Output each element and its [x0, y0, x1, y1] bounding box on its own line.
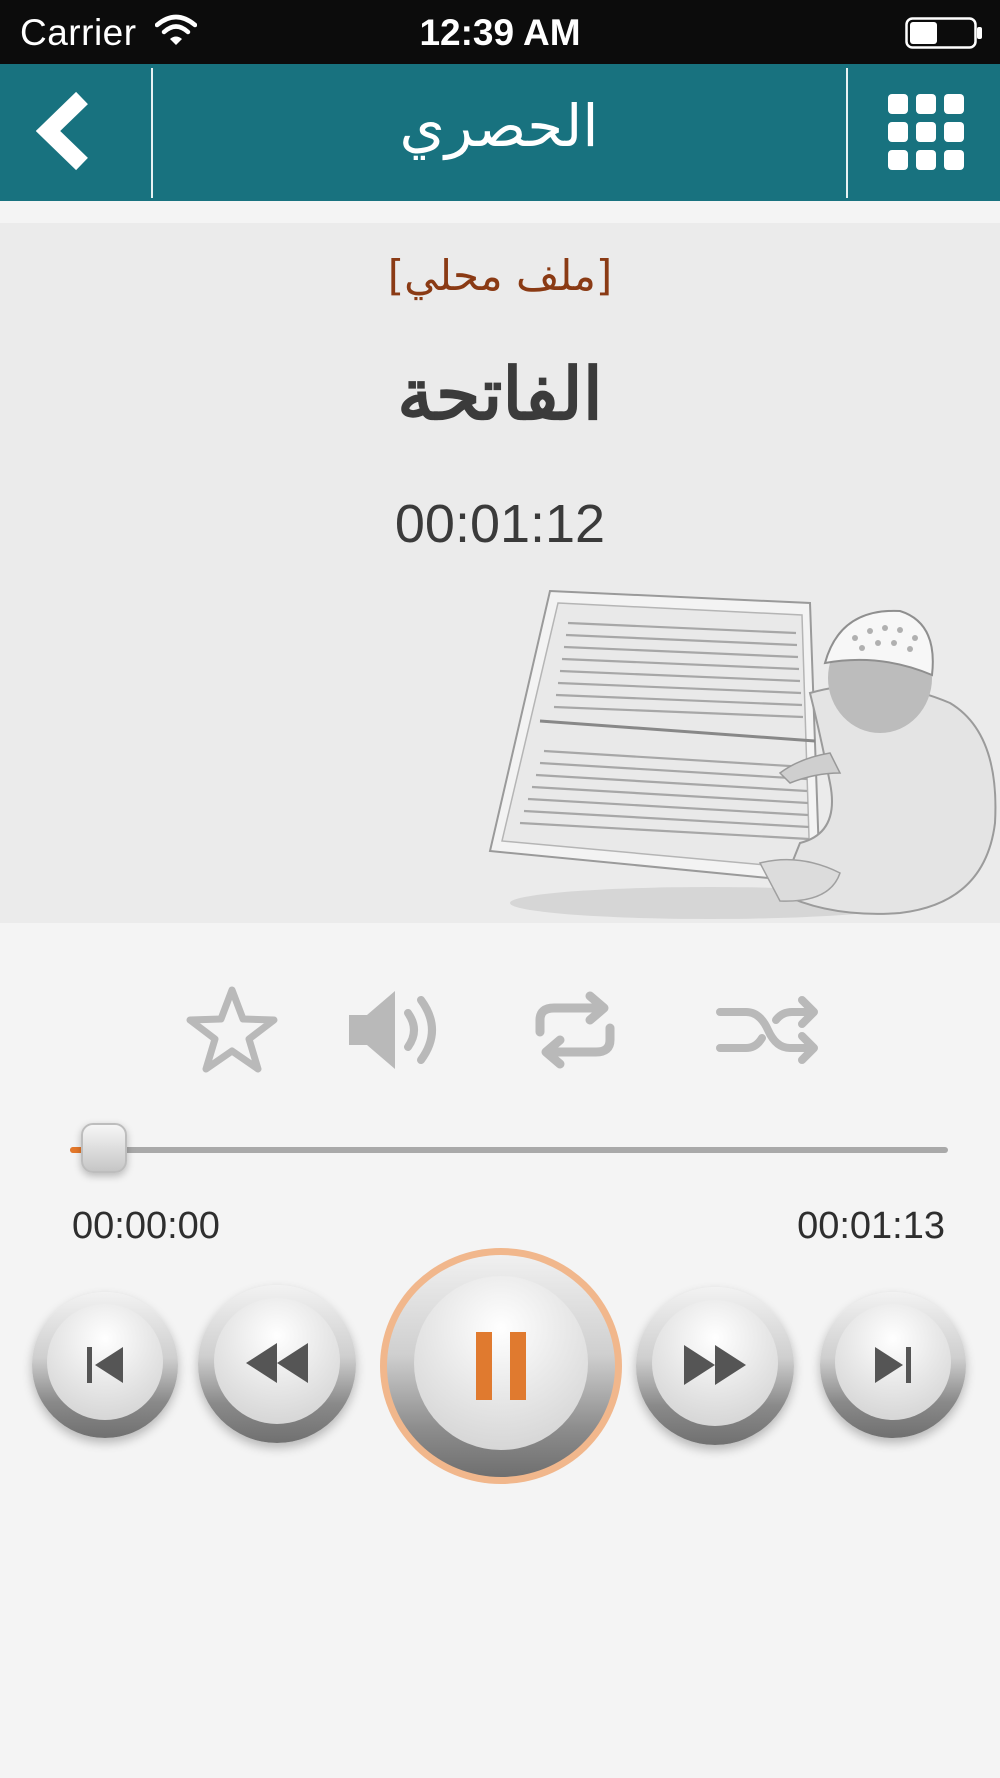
- status-clock: 12:39 AM: [419, 12, 581, 53]
- rewind-button[interactable]: [198, 1285, 356, 1443]
- shuffle-button[interactable]: [716, 990, 821, 1070]
- skip-forward-icon: [875, 1347, 911, 1383]
- fast-forward-button[interactable]: [636, 1287, 794, 1445]
- play-pause-button[interactable]: [380, 1248, 622, 1484]
- surah-name: الفاتحة: [397, 351, 603, 436]
- boy-reading-quran-image: [488, 589, 997, 919]
- slider-thumb[interactable]: [81, 1123, 128, 1173]
- chevron-left-icon: [36, 91, 88, 171]
- rewind-icon: [246, 1343, 308, 1383]
- next-track-button[interactable]: [820, 1292, 966, 1438]
- volume-icon: [349, 991, 436, 1069]
- now-playing-panel: [ملف محلي] الفاتحة 00:01:12: [0, 223, 1000, 923]
- elapsed-time: 00:01:12: [394, 494, 606, 554]
- repeat-icon: [535, 991, 615, 1069]
- slider-track: [70, 1147, 948, 1153]
- end-time: 00:01:13: [797, 1205, 945, 1247]
- menu-button[interactable]: [848, 64, 1000, 201]
- nav-bar: الحصري: [0, 64, 1000, 201]
- grid-menu-icon: [888, 94, 964, 170]
- start-time: 00:00:00: [72, 1205, 220, 1247]
- battery-icon: [905, 17, 982, 49]
- source-label: [ملف محلي]: [387, 251, 613, 300]
- back-button[interactable]: [0, 64, 152, 201]
- status-bar: Carrier 12:39 AM: [0, 0, 1000, 64]
- progress-slider[interactable]: [70, 1120, 948, 1180]
- pause-icon: [476, 1332, 526, 1400]
- fast-forward-icon: [684, 1345, 746, 1385]
- shuffle-icon: [716, 996, 818, 1064]
- favorite-button[interactable]: [186, 985, 278, 1073]
- page-title: الحصري: [399, 92, 599, 160]
- previous-track-button[interactable]: [32, 1292, 178, 1438]
- repeat-button[interactable]: [530, 990, 620, 1070]
- star-icon: [186, 986, 278, 1073]
- skip-back-icon: [87, 1347, 123, 1383]
- volume-button[interactable]: [345, 985, 455, 1075]
